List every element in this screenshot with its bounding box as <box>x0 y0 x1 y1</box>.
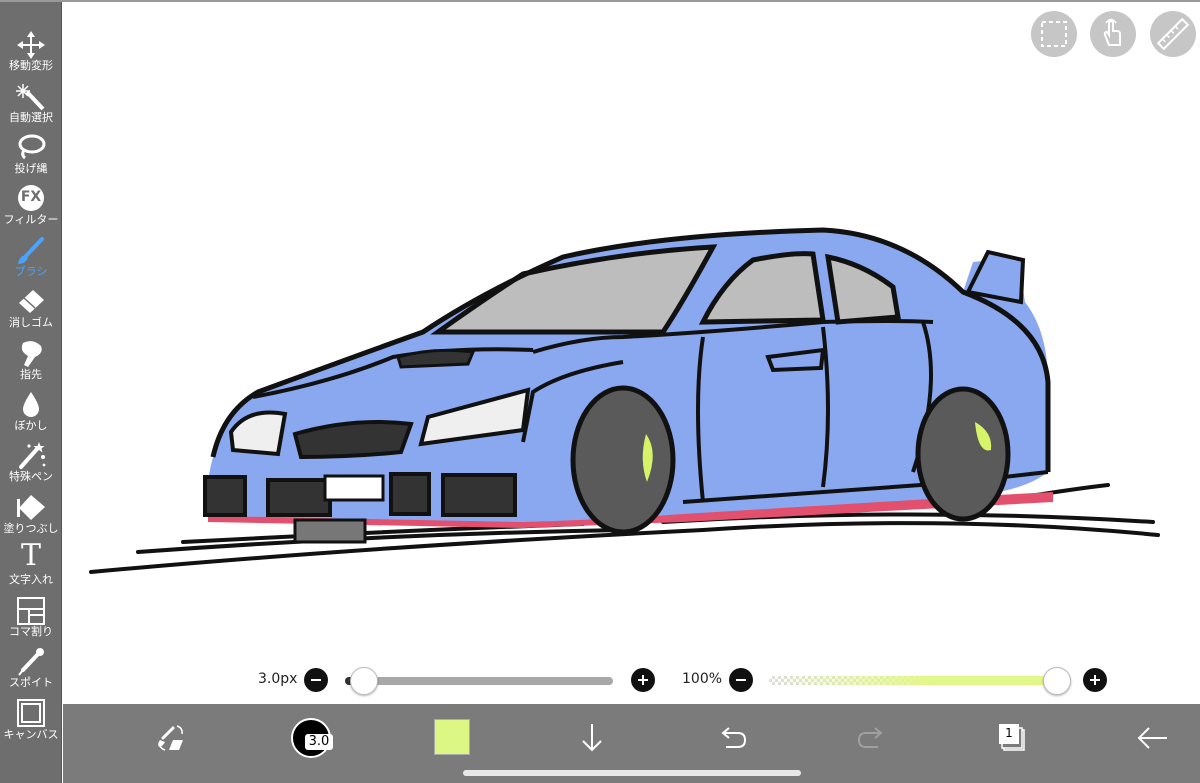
selection-button[interactable] <box>1031 11 1077 57</box>
minus-icon <box>311 679 321 681</box>
tool-auto-select[interactable]: 自動選択 <box>0 80 62 132</box>
opacity-slider-knob[interactable] <box>1043 667 1071 695</box>
brush-size-slider-track[interactable] <box>345 677 613 685</box>
tool-text[interactable]: T 文字入れ <box>0 538 62 594</box>
tool-label: 指先 <box>20 368 42 381</box>
tool-eraser[interactable]: 消しゴム <box>0 285 62 337</box>
tool-label: 文字入れ <box>9 573 53 586</box>
tool-label: ぼかし <box>14 419 48 432</box>
swap-tool-icon <box>158 725 183 751</box>
fx-glyph: FX <box>20 189 42 205</box>
panel-layout-icon <box>17 597 45 625</box>
text-icon: T <box>20 538 41 573</box>
tool-label: 投げ縄 <box>14 162 48 175</box>
tool-brush[interactable]: ブラシ <box>0 234 62 286</box>
ruler-icon <box>1156 17 1190 51</box>
tool-fill[interactable]: 塗りつぶし <box>0 491 62 543</box>
tool-label: 特殊ペン <box>9 470 53 483</box>
color-swatch-button[interactable] <box>431 716 475 760</box>
layer-count: 1 <box>1005 726 1013 740</box>
brush-size-button[interactable]: 3.0 <box>289 716 333 760</box>
swap-tool-button[interactable] <box>149 716 193 760</box>
opacity-decrease-button[interactable] <box>729 668 753 692</box>
brush-size-increase-button[interactable] <box>631 668 655 692</box>
drawing-canvas[interactable] <box>63 2 1200 702</box>
finger-icon <box>21 341 42 367</box>
tool-lasso[interactable]: 投げ縄 <box>0 131 62 183</box>
redo-button[interactable] <box>850 716 894 760</box>
brush-size-slider-knob[interactable] <box>350 667 378 695</box>
layers-button[interactable]: 1 <box>990 716 1034 760</box>
opacity-value: 100% <box>682 671 723 687</box>
brush-sliders: 3.0px 100% <box>63 662 1200 700</box>
tool-label: スポイト <box>9 676 53 689</box>
selection-icon <box>1041 21 1067 47</box>
tool-frame-divider[interactable]: コマ割り <box>0 594 62 646</box>
fill-bucket-icon <box>17 495 45 520</box>
left-toolbar: 移動変形 自動選択 投げ縄 FX フィルター ブラシ 消しゴム 指先 ぼかし 特… <box>0 2 62 783</box>
brush-size-decrease-button[interactable] <box>304 668 328 692</box>
tool-canvas[interactable]: キャンバス <box>0 697 62 749</box>
minus-icon <box>736 679 746 681</box>
tool-label: キャンバス <box>3 728 59 741</box>
eyedropper-icon <box>18 648 44 676</box>
tool-label: ブラシ <box>14 265 48 278</box>
magic-wand-icon <box>16 84 45 111</box>
ruler-button[interactable] <box>1150 11 1196 57</box>
ibis-paint-app: 移動変形 自動選択 投げ縄 FX フィルター ブラシ 消しゴム 指先 ぼかし 特… <box>0 0 1200 783</box>
opacity-slider-fill <box>769 676 1059 685</box>
tool-filter[interactable]: FX フィルター <box>0 182 62 234</box>
eraser-icon <box>19 290 44 313</box>
car-artwork <box>89 227 1160 574</box>
touch-gesture-icon <box>1103 18 1121 46</box>
move-icon <box>17 31 45 59</box>
blur-drop-icon <box>23 392 39 417</box>
opacity-increase-button[interactable] <box>1083 668 1107 692</box>
bottom-toolbar: 3.0 1 <box>63 704 1200 783</box>
lasso-icon <box>18 134 46 160</box>
download-button[interactable] <box>570 716 614 760</box>
download-arrow-icon <box>582 724 602 752</box>
tool-special-pen[interactable]: 特殊ペン <box>0 439 62 491</box>
tool-label: フィルター <box>3 213 59 226</box>
back-button[interactable] <box>1131 716 1175 760</box>
tool-label: 消しゴム <box>9 316 53 329</box>
canvas-icon <box>17 699 45 727</box>
color-swatch <box>434 719 470 755</box>
tool-label: 移動変形 <box>9 59 53 72</box>
plus-icon <box>1090 675 1100 685</box>
redo-icon <box>857 727 883 748</box>
brush-size-value: 3.0px <box>258 671 298 687</box>
tool-label: コマ割り <box>9 625 53 638</box>
touch-gesture-button[interactable] <box>1090 11 1136 57</box>
undo-button[interactable] <box>710 716 754 760</box>
back-arrow-icon <box>1137 727 1167 749</box>
tool-eyedropper[interactable]: スポイト <box>0 645 62 697</box>
special-pen-icon <box>19 442 46 469</box>
tool-move-transform[interactable]: 移動変形 <box>0 28 62 80</box>
tool-blur[interactable]: ぼかし <box>0 388 62 440</box>
home-indicator[interactable] <box>463 770 801 776</box>
brush-icon <box>18 237 44 264</box>
undo-icon <box>721 727 747 748</box>
tool-label: 自動選択 <box>9 111 53 124</box>
tool-smudge[interactable]: 指先 <box>0 337 62 389</box>
brush-size-badge: 3.0 <box>308 734 330 749</box>
tool-label: 塗りつぶし <box>3 522 59 535</box>
plus-icon <box>638 675 648 685</box>
